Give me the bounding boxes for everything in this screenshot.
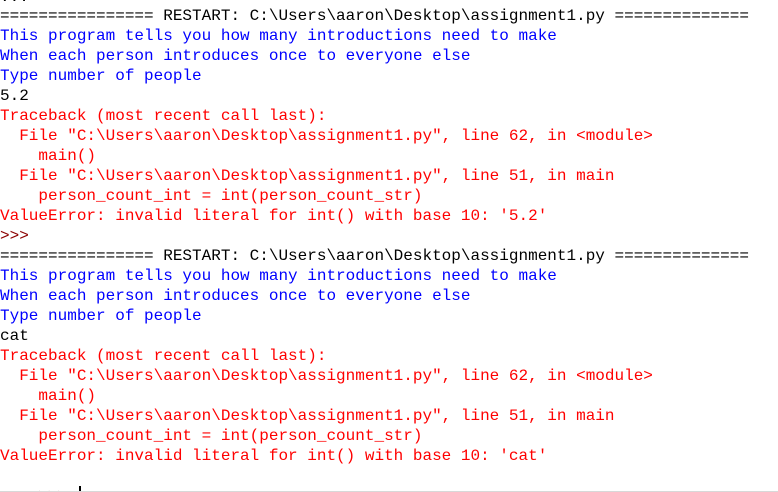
error-message-line: ValueError: invalid literal for int() wi… [0, 447, 548, 465]
traceback-line: File "C:\Users\aaron\Desktop\assignment1… [0, 167, 615, 185]
user-input-line: 5.2 [0, 87, 29, 105]
traceback-line: main() [0, 387, 97, 405]
shell-prompt: >>> [0, 227, 29, 245]
error-message-line: ValueError: invalid literal for int() wi… [0, 207, 548, 225]
traceback-line: File "C:\Users\aaron\Desktop\assignment1… [0, 127, 653, 145]
python-shell-output[interactable]: ... ================ RESTART: C:\Users\a… [0, 0, 778, 492]
traceback-line: File "C:\Users\aaron\Desktop\assignment1… [0, 407, 615, 425]
traceback-line: person_count_int = int(person_count_str) [0, 427, 423, 445]
text-cursor [78, 486, 81, 491]
traceback-line: Traceback (most recent call last): [0, 347, 327, 365]
traceback-line: person_count_int = int(person_count_str) [0, 187, 423, 205]
active-input-line[interactable]: >>> [0, 466, 81, 491]
shell-prompt: >>> [38, 487, 76, 491]
user-input-line: cat [0, 327, 29, 345]
restart-banner: ================ RESTART: C:\Users\aaron… [0, 7, 749, 25]
traceback-line: Traceback (most recent call last): [0, 107, 327, 125]
restart-banner: ================ RESTART: C:\Users\aaron… [0, 247, 749, 265]
program-output-line: When each person introduces once to ever… [0, 287, 471, 305]
program-output-line: Type number of people [0, 307, 202, 325]
program-output-line: This program tells you how many introduc… [0, 267, 557, 285]
traceback-line: main() [0, 147, 97, 165]
program-output-line: This program tells you how many introduc… [0, 27, 557, 45]
program-output-line: Type number of people [0, 67, 202, 85]
program-output-line: When each person introduces once to ever… [0, 47, 471, 65]
traceback-line: File "C:\Users\aaron\Desktop\assignment1… [0, 367, 653, 385]
